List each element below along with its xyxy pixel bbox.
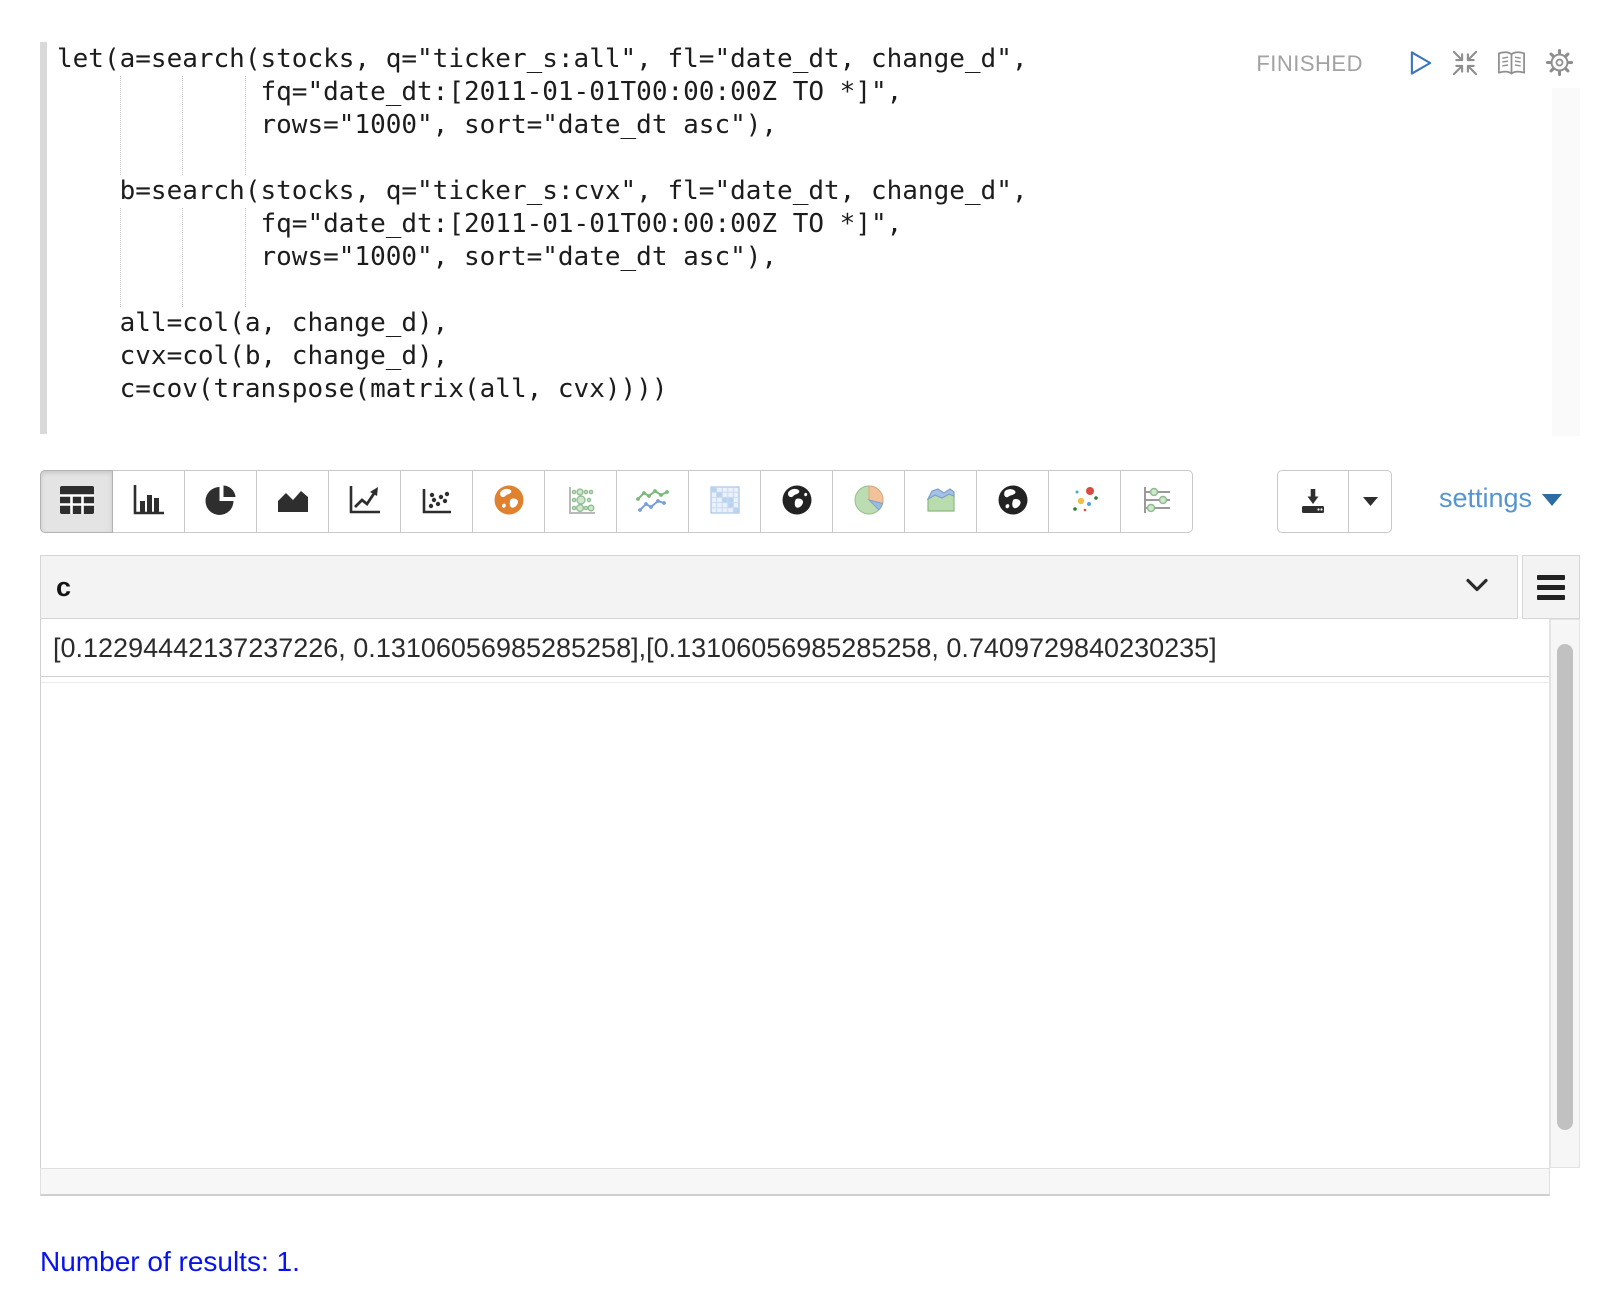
viz-bubble-grid-button[interactable] <box>544 470 617 533</box>
run-button[interactable] <box>1409 49 1434 80</box>
paragraph-settings-button[interactable] <box>1545 48 1574 80</box>
globe-orange-icon <box>492 483 526 520</box>
area-chart-icon <box>275 483 311 520</box>
bubble-grid-icon <box>564 483 598 520</box>
results-count-text: Number of results: 1. <box>40 1246 300 1278</box>
range-slider-icon <box>1139 483 1175 520</box>
line-chart-icon <box>347 483 383 520</box>
viz-scatter-button[interactable] <box>400 470 473 533</box>
globe-dark-2-icon <box>996 483 1030 520</box>
horizontal-scrollbar[interactable] <box>40 1168 1550 1196</box>
row-divider <box>41 677 1549 683</box>
bar-chart-icon <box>131 483 167 520</box>
result-value: [0.12294442137237226, 0.1310605698528525… <box>41 619 1549 677</box>
area-pastel-icon <box>924 483 958 520</box>
scatter-colored-icon <box>1068 483 1102 520</box>
settings-label: settings <box>1439 483 1532 514</box>
viz-heatmap-button[interactable] <box>688 470 761 533</box>
scatter-plot-icon <box>419 483 455 520</box>
play-icon <box>1409 49 1434 80</box>
status-badge: FINISHED <box>1256 51 1363 77</box>
chevron-down-icon <box>1465 578 1489 596</box>
collapse-result-button[interactable] <box>1461 574 1493 600</box>
viz-map-dark-2-button[interactable] <box>976 470 1049 533</box>
viz-bar-chart-button[interactable] <box>112 470 185 533</box>
result-body: [0.12294442137237226, 0.1310605698528525… <box>40 619 1550 1168</box>
code-content[interactable]: let(a=search(stocks, q="ticker_s:all", f… <box>57 43 1028 406</box>
viz-table-button[interactable] <box>40 470 113 533</box>
settings-link[interactable]: settings <box>1439 483 1562 514</box>
gear-icon <box>1545 48 1574 80</box>
viz-area-chart-button[interactable] <box>256 470 329 533</box>
caret-down-icon <box>1363 494 1378 509</box>
pie-chart-icon <box>204 483 238 520</box>
download-options-button[interactable] <box>1348 470 1392 533</box>
editor-gutter <box>40 42 47 434</box>
collapse-width-button[interactable] <box>1452 50 1478 79</box>
code-editor: let(a=search(stocks, q="ticker_s:all", f… <box>40 40 1580 436</box>
result-menu-button[interactable] <box>1522 555 1580 619</box>
scrollbar-corner <box>1550 1168 1580 1196</box>
settings-caret-icon <box>1542 494 1562 506</box>
compress-icon <box>1452 50 1478 79</box>
globe-dark-icon <box>780 483 814 520</box>
pie-pastel-icon <box>852 483 886 520</box>
viz-area-pastel-button[interactable] <box>904 470 977 533</box>
editor-scrollbar[interactable] <box>1552 88 1580 436</box>
viz-map-dark-button[interactable] <box>760 470 833 533</box>
book-icon <box>1496 49 1527 80</box>
result-header: c <box>40 555 1518 619</box>
download-icon <box>1298 485 1328 518</box>
table-icon <box>58 484 96 519</box>
viz-pie-pastel-button[interactable] <box>832 470 905 533</box>
viz-map-orange-button[interactable] <box>472 470 545 533</box>
download-button[interactable] <box>1277 470 1349 533</box>
vertical-scrollbar-thumb[interactable] <box>1557 644 1573 1130</box>
heatmap-matrix-icon <box>708 483 742 520</box>
download-button-group <box>1277 470 1392 533</box>
chart-type-button-group <box>40 470 1193 533</box>
result-title: c <box>56 572 71 603</box>
zeppelin-paragraph: let(a=search(stocks, q="ticker_s:all", f… <box>0 0 1620 1308</box>
viz-line-chart-button[interactable] <box>328 470 401 533</box>
multi-line-icon <box>635 483 671 520</box>
show-editor-button[interactable] <box>1496 49 1527 80</box>
viz-scatter-colored-button[interactable] <box>1048 470 1121 533</box>
paragraph-controls: FINISHED <box>1256 44 1574 84</box>
visualization-toolbar: settings <box>40 470 1580 533</box>
viz-range-slider-button[interactable] <box>1120 470 1193 533</box>
result-panel: c [0.12294442137237226, 0.13106056985285… <box>40 555 1580 1196</box>
vertical-scrollbar[interactable] <box>1550 619 1580 1168</box>
viz-pie-chart-button[interactable] <box>184 470 257 533</box>
viz-multi-line-button[interactable] <box>616 470 689 533</box>
